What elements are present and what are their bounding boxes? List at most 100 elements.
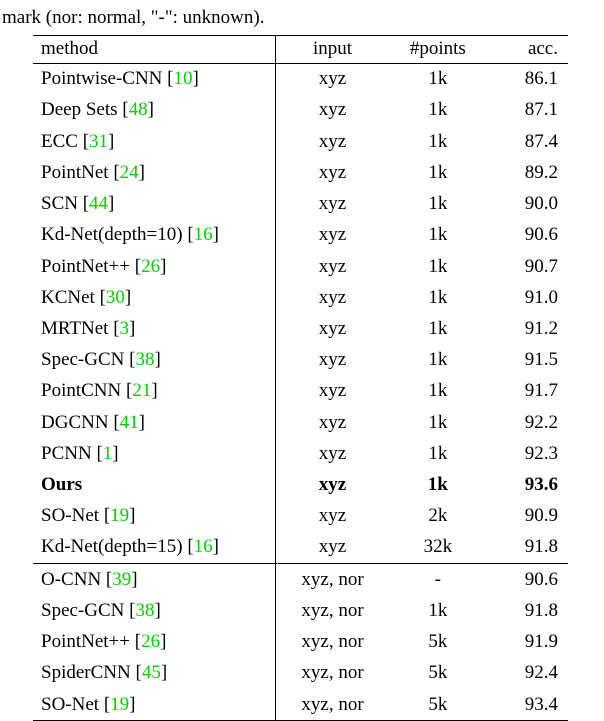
cell-input: xyz [276,438,389,469]
cell-input: xyz [276,220,389,251]
citation-link[interactable]: 1 [103,443,113,464]
cell-points: 5k [389,689,487,721]
table-body: Pointwise-CNN [10]xyz1k86.1Deep Sets [48… [33,63,568,721]
cell-acc: 90.7 [487,251,568,282]
cell-points: 2k [389,501,487,532]
citation-link[interactable]: 48 [129,99,148,120]
method-name: DGCNN [41,412,109,433]
citation-link[interactable]: 41 [120,412,139,433]
cell-acc: 89.2 [487,157,568,188]
cell-points: 1k [389,376,487,407]
table-row: Spec-GCN [38]xyz1k91.5 [33,345,568,376]
cell-method: Ours [33,470,276,501]
table-row: Oursxyz1k93.6 [33,470,568,501]
cell-input: xyz [276,501,389,532]
citation-link[interactable]: 26 [141,631,160,652]
cell-input: xyz [276,532,389,564]
cell-points: 1k [389,157,487,188]
table-row: SCN [44]xyz1k90.0 [33,189,568,220]
citation-link[interactable]: 3 [120,318,130,339]
citation-link[interactable]: 16 [194,536,213,557]
citation-link[interactable]: 38 [135,349,154,370]
cell-method: Deep Sets [48] [33,95,276,126]
citation-link[interactable]: 26 [141,256,160,277]
cell-input: xyz, nor [276,689,389,721]
cell-acc: 91.7 [487,376,568,407]
citation-link[interactable]: 10 [173,68,192,89]
table-row: DGCNN [41]xyz1k92.2 [33,407,568,438]
cell-acc: 87.4 [487,126,568,157]
citation-link[interactable]: 30 [106,287,125,308]
cell-points: 1k [389,345,487,376]
method-name: SpiderCNN [41,662,131,683]
cell-acc: 87.1 [487,95,568,126]
cell-input: xyz [276,282,389,313]
citation-link[interactable]: 44 [89,193,108,214]
cell-points: 1k [389,189,487,220]
cell-points: 1k [389,595,487,626]
cell-method: Spec-GCN [38] [33,595,276,626]
cell-input: xyz, nor [276,627,389,658]
table-row: PointCNN [21]xyz1k91.7 [33,376,568,407]
table-row: SpiderCNN [45]xyz, nor5k92.4 [33,658,568,689]
cell-acc: 93.6 [487,470,568,501]
caption-fragment: mark (nor: normal, "-": unknown). [0,6,604,31]
cell-input: xyz [276,126,389,157]
cell-points: 1k [389,126,487,157]
method-name: SO-Net [41,694,99,715]
method-name: Kd-Net(depth=15) [41,536,183,557]
cell-method: MRTNet [3] [33,313,276,344]
table-row: PointNet++ [26]xyz, nor5k91.9 [33,627,568,658]
cell-method: PointNet [24] [33,157,276,188]
cell-method: SO-Net [19] [33,689,276,721]
method-name: PointNet [41,162,109,183]
cell-points: 32k [389,532,487,564]
table-row: Deep Sets [48]xyz1k87.1 [33,95,568,126]
method-name: Pointwise-CNN [41,68,162,89]
table-row: PointNet [24]xyz1k89.2 [33,157,568,188]
citation-link[interactable]: 31 [89,131,108,152]
cell-acc: 92.2 [487,407,568,438]
cell-input: xyz, nor [276,595,389,626]
citation-link[interactable]: 24 [120,162,139,183]
citation-link[interactable]: 45 [142,662,161,683]
table-row: Kd-Net(depth=15) [16]xyz32k91.8 [33,532,568,564]
cell-points: 1k [389,63,487,95]
citation-link[interactable]: 19 [110,694,129,715]
method-name: PointCNN [41,380,121,401]
cell-input: xyz, nor [276,564,389,596]
table-row: Kd-Net(depth=10) [16]xyz1k90.6 [33,220,568,251]
cell-method: SpiderCNN [45] [33,658,276,689]
cell-acc: 93.4 [487,689,568,721]
cell-acc: 92.3 [487,438,568,469]
header-method: method [33,35,276,63]
cell-input: xyz [276,157,389,188]
cell-input: xyz [276,345,389,376]
cell-points: - [389,564,487,596]
cell-method: Kd-Net(depth=15) [16] [33,532,276,564]
cell-method: SO-Net [19] [33,501,276,532]
citation-link[interactable]: 21 [132,380,151,401]
citation-link[interactable]: 19 [110,505,129,526]
cell-input: xyz [276,376,389,407]
citation-link[interactable]: 39 [112,569,131,590]
cell-acc: 91.0 [487,282,568,313]
cell-points: 5k [389,658,487,689]
cell-points: 5k [389,627,487,658]
cell-points: 1k [389,470,487,501]
cell-input: xyz [276,470,389,501]
cell-input: xyz [276,313,389,344]
method-name: KCNet [41,287,95,308]
citation-link[interactable]: 38 [135,600,154,621]
cell-input: xyz [276,189,389,220]
cell-points: 1k [389,407,487,438]
citation-link[interactable]: 16 [194,224,213,245]
cell-input: xyz [276,251,389,282]
cell-points: 1k [389,438,487,469]
table-row: Spec-GCN [38]xyz, nor1k91.8 [33,595,568,626]
cell-method: Pointwise-CNN [10] [33,63,276,95]
cell-points: 1k [389,313,487,344]
table-row: PointNet++ [26]xyz1k90.7 [33,251,568,282]
cell-method: PointNet++ [26] [33,627,276,658]
cell-acc: 91.5 [487,345,568,376]
